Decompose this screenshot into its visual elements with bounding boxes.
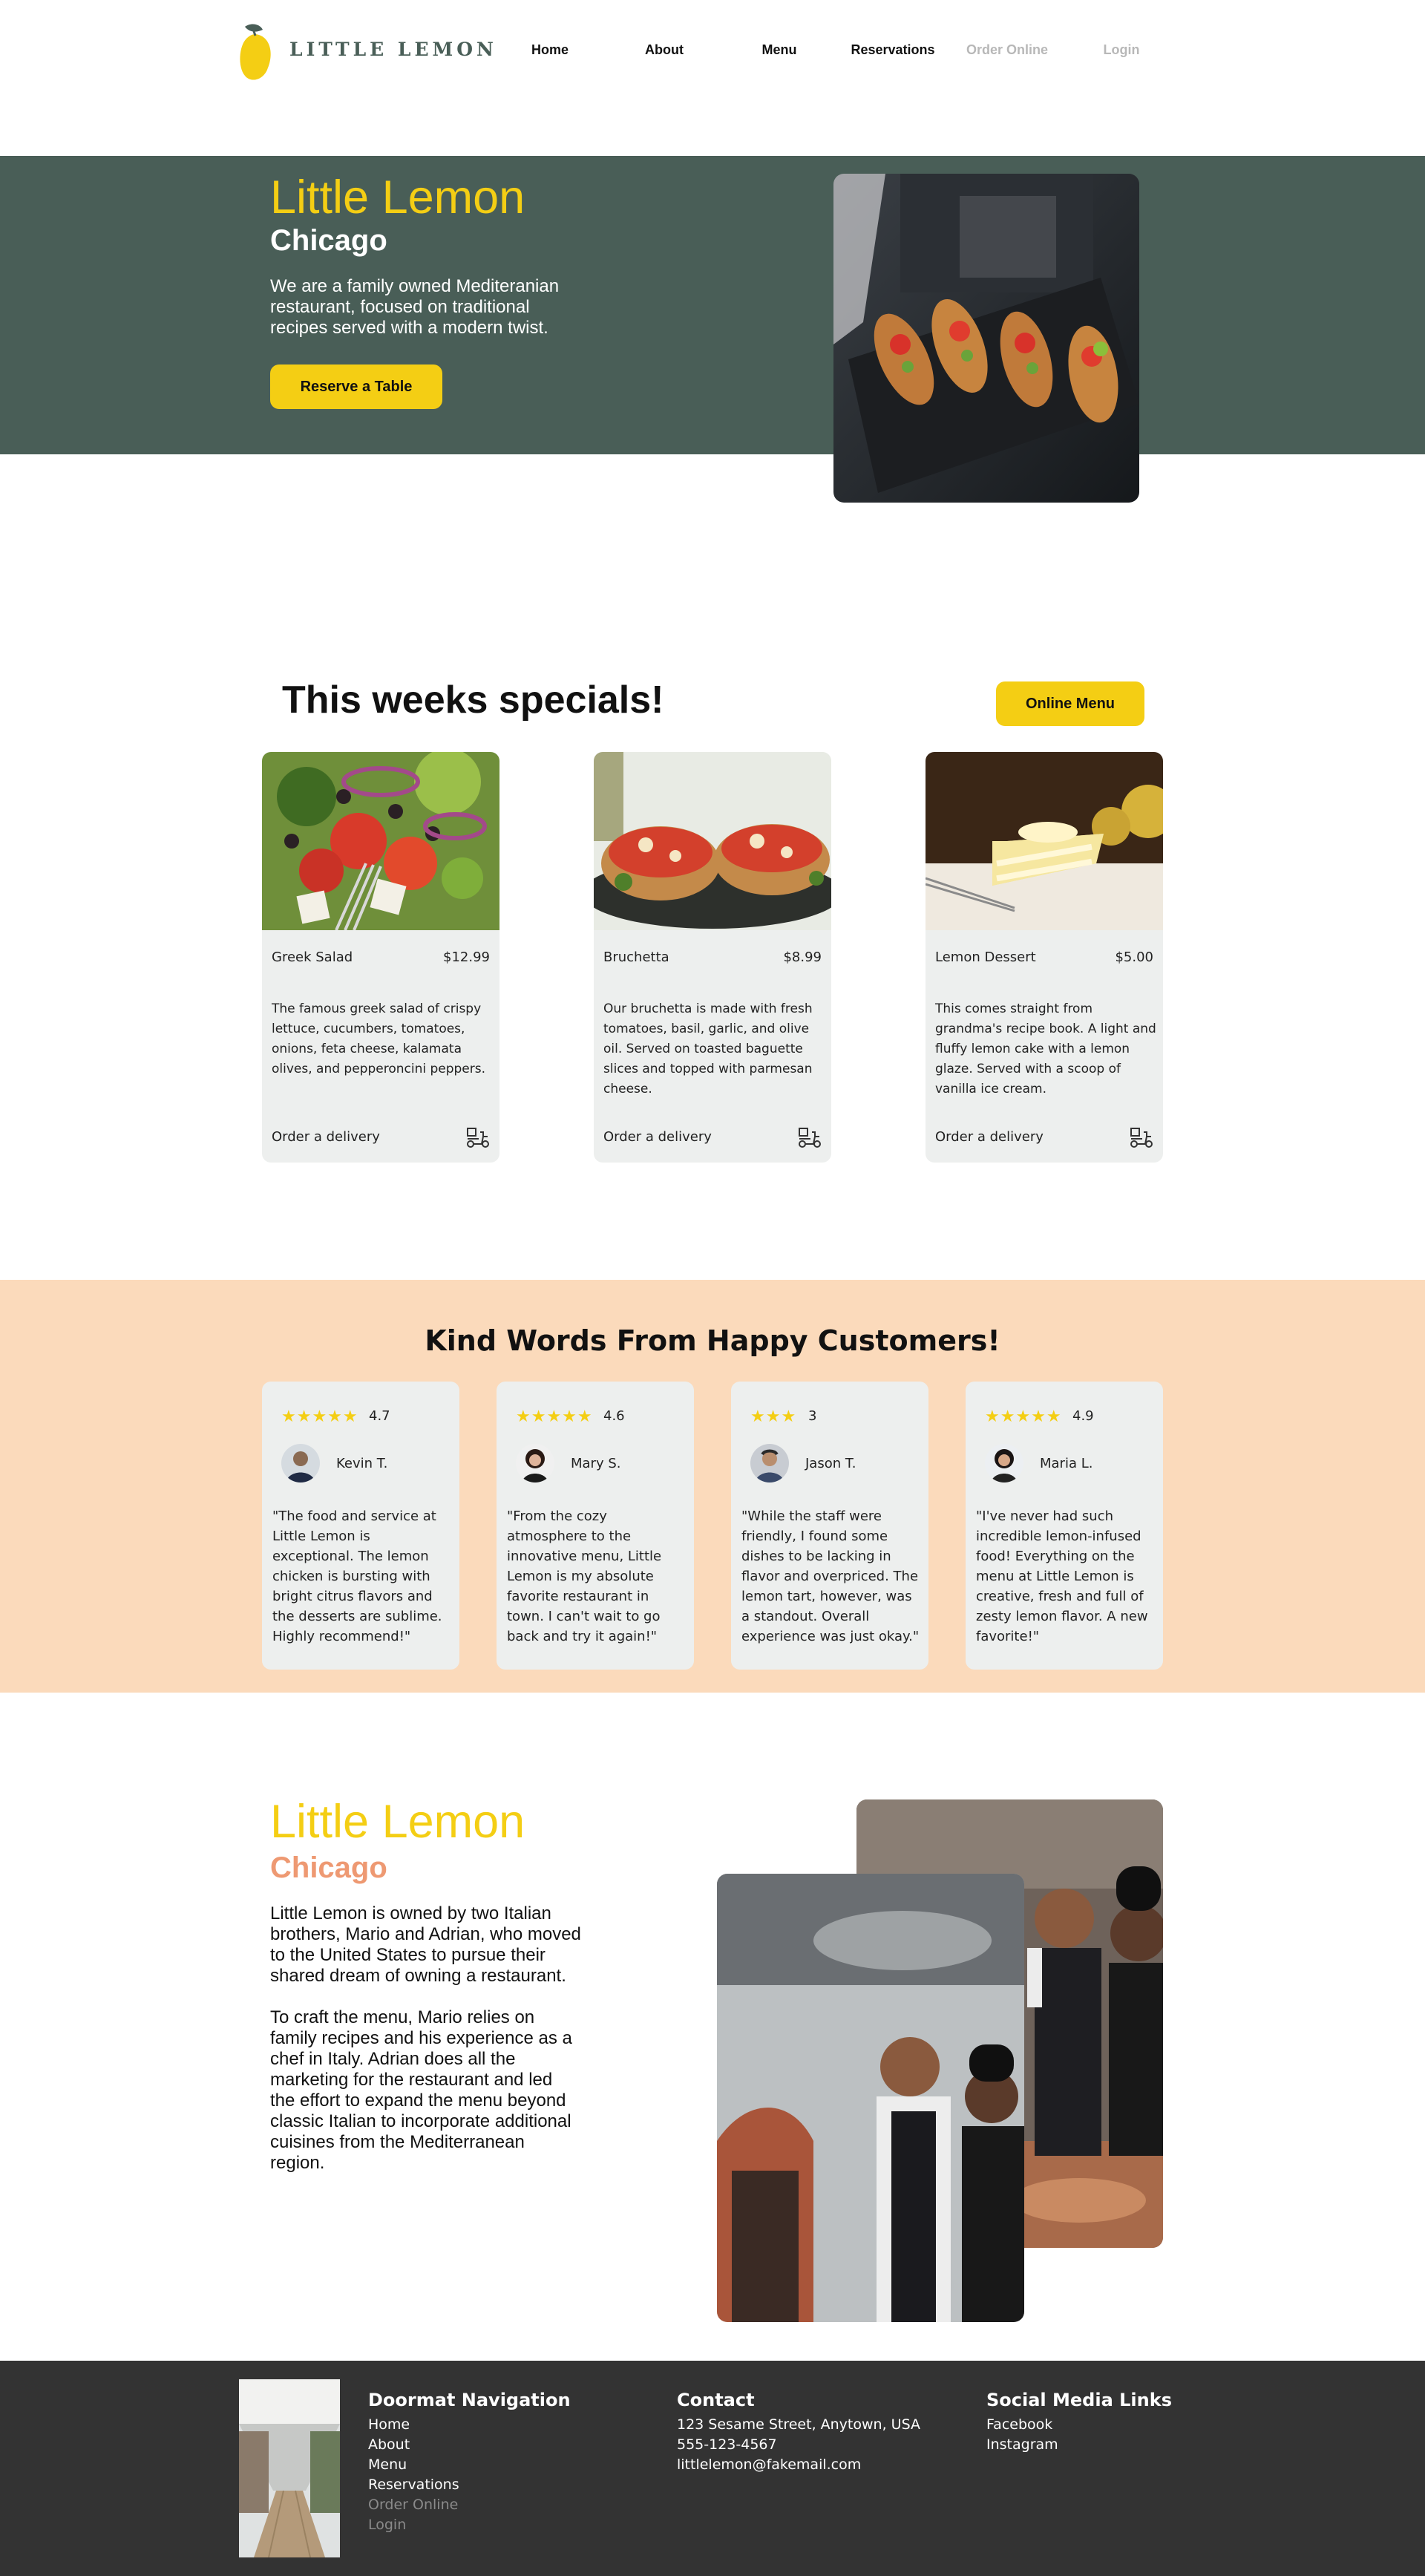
- review-quote: "I've never had such incredible lemon-in…: [976, 1508, 1148, 1644]
- star-rating-icon: ★★★★★: [985, 1407, 1062, 1425]
- star-rating-icon: ★★★★★: [281, 1407, 358, 1425]
- about-subtitle: Chicago: [270, 1851, 387, 1884]
- footer-link-login[interactable]: Login: [368, 2515, 459, 2535]
- testimonial-card: ★★★★★ 4.7 Kevin T. "The food and service…: [262, 1382, 459, 1670]
- nav-link-menu[interactable]: Menu: [724, 42, 835, 58]
- order-delivery-link[interactable]: Order a delivery: [272, 1129, 380, 1145]
- contact-email: littlelemon@fakemail.com: [677, 2456, 862, 2473]
- social-link-facebook[interactable]: Facebook: [986, 2415, 1058, 2435]
- contact-address: 123 Sesame Street, Anytown, USA: [677, 2416, 920, 2433]
- hero-subtitle: Chicago: [270, 224, 387, 257]
- testimonials-title: Kind Words From Happy Customers!: [425, 1324, 1000, 1357]
- reserve-table-button[interactable]: Reserve a Table: [270, 365, 442, 409]
- card-dish-description: The famous greek salad of crispy lettuce…: [272, 1001, 486, 1076]
- bruchetta-image: [594, 752, 831, 930]
- social-link-instagram[interactable]: Instagram: [986, 2435, 1058, 2455]
- avatar: [750, 1444, 789, 1482]
- hero-section: [0, 156, 1425, 454]
- card-dish-description: This comes straight from grandma's recip…: [935, 1001, 1156, 1096]
- rating-value: 4.6: [603, 1408, 625, 1424]
- reviewer-name: Maria L.: [1040, 1456, 1093, 1471]
- hero-title: Little Lemon: [270, 171, 525, 223]
- review-quote: "The food and service at Little Lemon is…: [272, 1508, 442, 1644]
- star-rating-icon: ★★★★★: [516, 1407, 593, 1425]
- chefs-image-front: [717, 1874, 1024, 2322]
- order-delivery-link[interactable]: Order a delivery: [935, 1129, 1044, 1145]
- footer-nav-list: Home About Menu Reservations Order Onlin…: [368, 2415, 459, 2535]
- footer-restaurant-image: [239, 2379, 340, 2557]
- rating-value: 4.7: [369, 1408, 390, 1424]
- footer-link-reservations[interactable]: Reservations: [368, 2475, 459, 2495]
- rating-value: 4.9: [1072, 1408, 1094, 1424]
- special-card-bruchetta[interactable]: Bruchetta $8.99 Our bruchetta is made wi…: [594, 752, 831, 1163]
- avatar: [281, 1444, 320, 1482]
- nav-link-about[interactable]: About: [609, 42, 720, 58]
- footer-link-menu[interactable]: Menu: [368, 2455, 459, 2475]
- star-rating-icon: ★★★: [750, 1407, 797, 1425]
- card-dish-price: $5.00: [1115, 949, 1153, 965]
- about-description: Little Lemon is owned by two Italian bro…: [270, 1903, 581, 2173]
- special-card-greek-salad[interactable]: Greek Salad $12.99 The famous greek sala…: [262, 752, 499, 1163]
- lemon-dessert-image: [926, 752, 1163, 930]
- delivery-bike-icon[interactable]: [1129, 1126, 1154, 1148]
- testimonial-card: ★★★★★ 4.9 Maria L. "I've never had such …: [966, 1382, 1163, 1670]
- card-dish-name: Greek Salad: [272, 949, 353, 965]
- review-quote: "From the cozy atmosphere to the innovat…: [507, 1508, 662, 1644]
- avatar: [985, 1444, 1023, 1482]
- order-delivery-link[interactable]: Order a delivery: [603, 1129, 712, 1145]
- nav-link-order-online[interactable]: Order Online: [951, 42, 1063, 58]
- reviewer-name: Mary S.: [571, 1456, 621, 1471]
- delivery-bike-icon[interactable]: [465, 1126, 491, 1148]
- footer-link-order-online[interactable]: Order Online: [368, 2495, 459, 2515]
- footer-link-about[interactable]: About: [368, 2435, 459, 2455]
- card-dish-name: Lemon Dessert: [935, 949, 1036, 965]
- nav-link-login[interactable]: Login: [1066, 42, 1177, 58]
- footer-link-home[interactable]: Home: [368, 2415, 459, 2435]
- specials-title: This weeks specials!: [282, 679, 664, 722]
- footer-social-title: Social Media Links: [986, 2390, 1172, 2410]
- card-dish-price: $12.99: [443, 949, 490, 965]
- special-card-lemon-dessert[interactable]: Lemon Dessert $5.00 This comes straight …: [926, 752, 1163, 1163]
- testimonial-card: ★★★ 3 Jason T. "While the staff were fri…: [731, 1382, 928, 1670]
- card-dish-price: $8.99: [783, 949, 822, 965]
- card-dish-name: Bruchetta: [603, 949, 669, 965]
- review-quote: "While the staff were friendly, I found …: [741, 1508, 920, 1644]
- hero-description: We are a family owned Mediteranian resta…: [270, 276, 560, 338]
- logo-text[interactable]: LITTLE LEMON: [289, 39, 497, 60]
- greek-salad-image: [262, 752, 499, 931]
- delivery-bike-icon[interactable]: [797, 1126, 822, 1148]
- reviewer-name: Kevin T.: [336, 1456, 388, 1471]
- nav-link-reservations[interactable]: Reservations: [837, 42, 949, 58]
- hero-food-image: [833, 174, 1139, 503]
- rating-value: 3: [808, 1408, 817, 1424]
- logo-lemon-icon[interactable]: [235, 16, 276, 83]
- footer-contact-title: Contact: [677, 2390, 755, 2410]
- nav-link-home[interactable]: Home: [494, 42, 606, 58]
- contact-phone: 555-123-4567: [677, 2436, 777, 2453]
- card-dish-description: Our bruchetta is made with fresh tomatoe…: [603, 1001, 813, 1096]
- testimonial-card: ★★★★★ 4.6 Mary S. "From the cozy atmosph…: [497, 1382, 694, 1670]
- footer-contact-list: 123 Sesame Street, Anytown, USA 555-123-…: [677, 2415, 920, 2475]
- reviewer-name: Jason T.: [805, 1456, 856, 1471]
- avatar: [516, 1444, 554, 1482]
- online-menu-button[interactable]: Online Menu: [996, 681, 1144, 726]
- footer-social-list: Facebook Instagram: [986, 2415, 1058, 2455]
- footer-nav-title: Doormat Navigation: [368, 2390, 571, 2410]
- about-title: Little Lemon: [270, 1796, 525, 1848]
